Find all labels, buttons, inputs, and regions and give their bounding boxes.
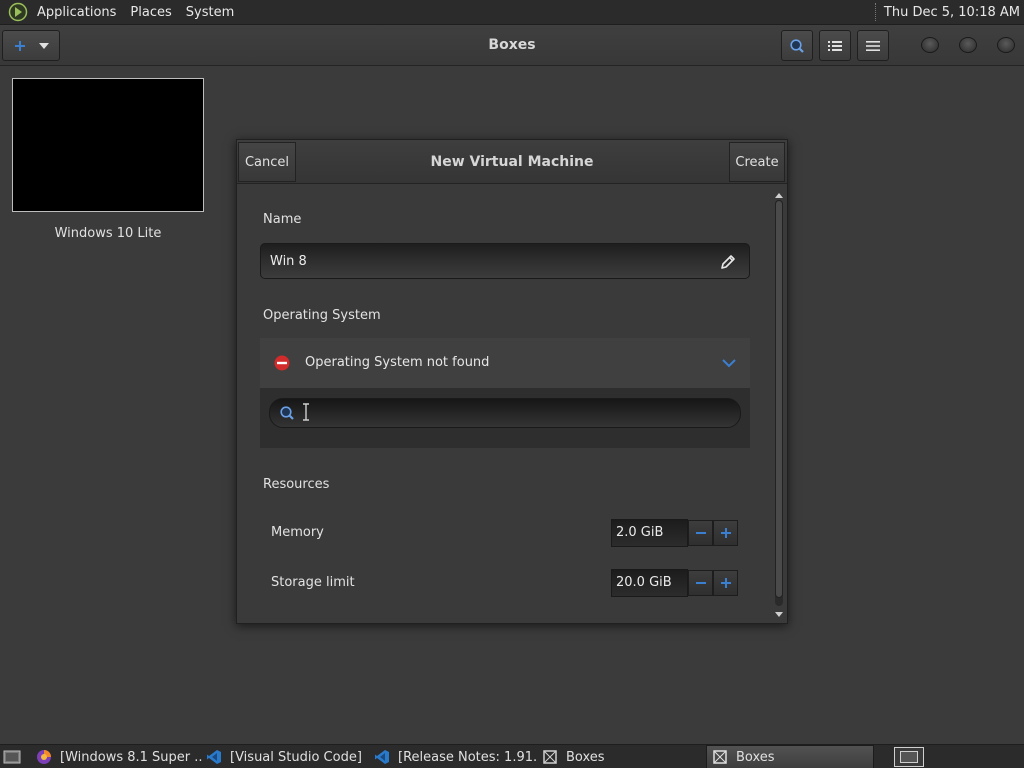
show-desktop-icon[interactable] xyxy=(3,749,21,765)
main-menu-button[interactable] xyxy=(857,30,889,61)
hamburger-menu-icon xyxy=(866,40,880,51)
new-vm-dialog: Cancel New Virtual Machine Create Name W… xyxy=(236,139,788,624)
search-icon xyxy=(790,38,804,53)
name-label: Name xyxy=(263,212,302,227)
list-view-icon xyxy=(828,40,842,51)
os-selector: Operating System not found xyxy=(260,338,750,448)
name-field[interactable]: Win 8 xyxy=(260,243,750,279)
minus-icon xyxy=(695,532,706,534)
minimize-button[interactable] xyxy=(921,37,939,53)
workspace-switcher[interactable] xyxy=(894,747,924,767)
taskbar-item[interactable]: [Windows 8.1 Super ... xyxy=(36,745,202,768)
panel-menu-bar: Applications Places System xyxy=(0,0,241,24)
menu-places[interactable]: Places xyxy=(123,0,178,25)
taskbar-item[interactable]: Boxes xyxy=(542,745,702,768)
error-stop-icon xyxy=(274,355,290,371)
close-button[interactable] xyxy=(997,37,1015,53)
memory-increase-button[interactable] xyxy=(713,520,738,546)
vscode-icon xyxy=(207,750,221,764)
taskbar-item-label: [Release Notes: 1.91... xyxy=(398,749,538,765)
boxes-icon xyxy=(543,750,557,764)
plus-icon xyxy=(720,578,731,588)
scroll-up-icon[interactable] xyxy=(775,192,783,198)
taskbar-item-label: [Visual Studio Code] xyxy=(230,749,362,765)
bottom-taskbar: [Windows 8.1 Super ... [Visual Studio Co… xyxy=(0,744,1024,768)
taskbar-item-label: Boxes xyxy=(566,749,605,765)
chevron-down-icon xyxy=(722,359,736,368)
resources-label: Resources xyxy=(263,477,330,492)
top-panel: Applications Places System Thu Dec 5, 10… xyxy=(0,0,1024,25)
storage-limit-label: Storage limit xyxy=(271,575,355,590)
pencil-icon[interactable] xyxy=(719,253,737,271)
taskbar-item-label: Boxes xyxy=(736,749,775,765)
box-label[interactable]: Windows 10 Lite xyxy=(12,226,204,241)
taskbar-item-label: [Windows 8.1 Super ... xyxy=(60,749,202,765)
taskbar-item[interactable]: [Visual Studio Code] xyxy=(206,745,366,768)
firefox-icon xyxy=(37,750,51,764)
boxes-icon xyxy=(713,750,727,764)
distro-logo-icon[interactable] xyxy=(8,2,28,22)
vscode-icon xyxy=(375,750,389,764)
taskbar-item-active[interactable]: Boxes xyxy=(706,745,874,768)
storage-decrease-button[interactable] xyxy=(688,570,713,596)
dialog-header: Cancel New Virtual Machine Create xyxy=(237,140,787,184)
memory-spinbutton: 2.0 GiB xyxy=(611,519,738,547)
memory-label: Memory xyxy=(271,525,324,540)
box-thumbnail[interactable] xyxy=(12,78,204,212)
taskbar-item[interactable]: [Release Notes: 1.91... xyxy=(374,745,538,768)
os-label: Operating System xyxy=(263,308,381,323)
minus-icon xyxy=(695,582,706,584)
name-field-value: Win 8 xyxy=(270,254,307,269)
menu-applications[interactable]: Applications xyxy=(30,0,123,25)
create-button[interactable]: Create xyxy=(729,142,785,182)
os-search-input[interactable] xyxy=(269,398,741,428)
memory-decrease-button[interactable] xyxy=(688,520,713,546)
maximize-button[interactable] xyxy=(959,37,977,53)
storage-value-field[interactable]: 20.0 GiB xyxy=(611,569,688,597)
search-button[interactable] xyxy=(781,30,813,61)
panel-clock[interactable]: Thu Dec 5, 10:18 AM xyxy=(876,5,1024,20)
plus-icon xyxy=(720,528,731,538)
search-icon xyxy=(280,406,294,420)
list-view-button[interactable] xyxy=(819,30,851,61)
dialog-title: New Virtual Machine xyxy=(430,154,594,170)
workspace-1[interactable] xyxy=(900,751,918,763)
storage-spinbutton: 20.0 GiB xyxy=(611,569,738,597)
storage-increase-button[interactable] xyxy=(713,570,738,596)
text-cursor-icon xyxy=(303,403,309,421)
boxes-headerbar: Boxes xyxy=(0,25,1024,66)
scroll-down-icon[interactable] xyxy=(775,612,783,618)
memory-value-field[interactable]: 2.0 GiB xyxy=(611,519,688,547)
os-dropdown[interactable]: Operating System not found xyxy=(260,338,750,388)
dialog-scrollbar[interactable] xyxy=(773,192,785,620)
os-status-text: Operating System not found xyxy=(305,355,490,370)
menu-system[interactable]: System xyxy=(179,0,241,25)
scrollbar-thumb[interactable] xyxy=(775,200,783,598)
